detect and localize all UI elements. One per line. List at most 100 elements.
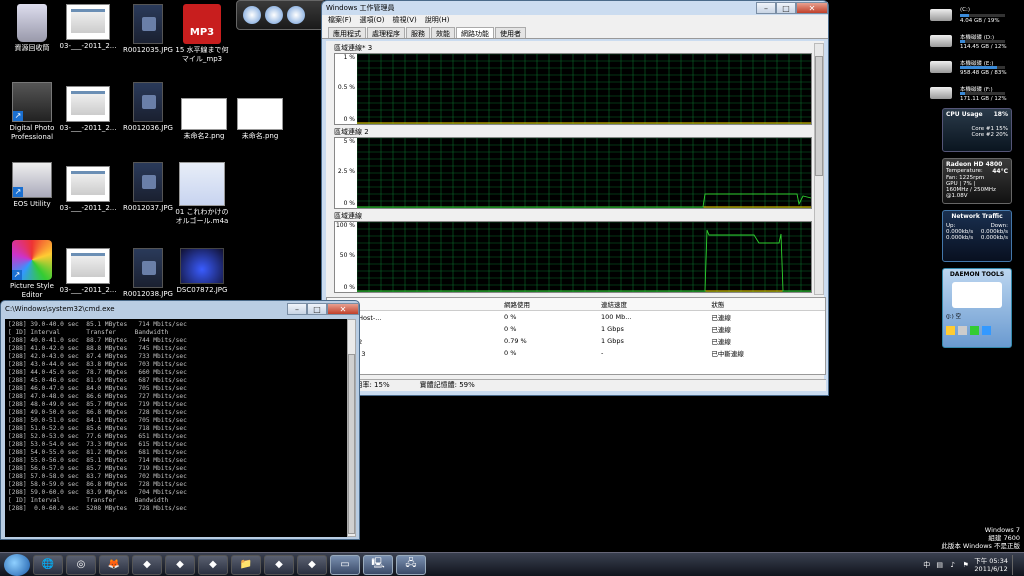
desktop-icon-label: 03-___-2011_2... — [59, 286, 117, 294]
taskbar-app-button[interactable]: ◆ — [297, 554, 327, 575]
drive-gadget[interactable]: (C:) 4.04 GB / 19% — [930, 6, 1010, 26]
desktop-icon[interactable]: 03-___-2011_2... — [58, 4, 118, 51]
desktop-icon[interactable]: EOS Utility — [2, 162, 62, 209]
drive-gadget[interactable]: 本機磁碟 (F:) 171.11 GB / 12% — [930, 84, 1010, 104]
menu-help[interactable]: 說明(H) — [425, 15, 450, 27]
table-row[interactable]: 區域連線* 30 %-已中斷連線 — [327, 347, 825, 359]
menu-options[interactable]: 選項(O) — [360, 15, 385, 27]
taskbar-app-button[interactable]: 🖧 — [396, 554, 426, 575]
show-desktop-button[interactable] — [1012, 555, 1020, 575]
minimize-button[interactable]: – — [756, 2, 776, 14]
desktop-icon[interactable]: 03-___-2011_2... — [58, 248, 118, 295]
drive-name: (C:) — [960, 7, 970, 13]
close-button[interactable]: ✕ — [796, 2, 828, 14]
taskbar-app-button[interactable]: 🖳 — [363, 554, 393, 575]
folder-icon[interactable] — [946, 326, 955, 335]
taskbar-app-button[interactable]: ▭ — [330, 554, 360, 575]
taskbar-app-button[interactable]: ◆ — [198, 554, 228, 575]
table-row[interactable]: 區域連線 20.79 %1 Gbps已連線 — [327, 335, 825, 347]
desktop-icon[interactable]: 未命名.png — [230, 98, 290, 141]
table-row[interactable]: 區域連線0 %1 Gbps已連線 — [327, 323, 825, 335]
menu-view[interactable]: 檢視(V) — [392, 15, 416, 27]
desktop-icon[interactable]: Picture Style Editor — [2, 240, 62, 300]
desktop-icon[interactable]: 未命名2.png — [174, 98, 234, 141]
gpu-gadget[interactable]: Radeon HD 4800 Temperature: 44°C Fan: 122… — [942, 158, 1012, 204]
tab-applications[interactable]: 應用程式 — [328, 27, 366, 38]
console-line: [288] 57.0-58.0 sec 83.7 MBytes 702 Mbit… — [8, 473, 187, 480]
network-icon[interactable]: ▤ — [935, 561, 944, 570]
console-output[interactable]: [288] 39.0-40.0 sec 85.1 MBytes 714 Mbit… — [5, 319, 349, 537]
column-header[interactable]: 狀態 — [708, 298, 825, 311]
taskbar-app-button[interactable]: ◎ — [66, 554, 96, 575]
system-tray: 中 ▤ ♪ ⚑ 下午 05:34 2011/6/12 — [922, 555, 1020, 575]
tab-performance[interactable]: 效能 — [431, 27, 455, 38]
daemon-tools-gadget[interactable]: DAEMON TOOLS (J:) 空 — [942, 268, 1012, 348]
desktop-icon[interactable]: MP3 15 水平線まで何マイル_mp3 — [172, 4, 232, 64]
strip-button[interactable] — [265, 6, 283, 24]
disc-icon[interactable] — [958, 326, 967, 335]
desktop-icon[interactable]: 03-___-2011_2... — [58, 166, 118, 213]
console-line: [288] 39.0-40.0 sec 85.1 MBytes 714 Mbit… — [8, 321, 187, 328]
taskbar-app-button[interactable]: 📁 — [231, 554, 261, 575]
start-button[interactable] — [4, 553, 30, 576]
graph-area: 區域連線* 3 1 % 0.5 % 0 % 區域連線 2 5 % 2.5 % 0… — [334, 43, 812, 295]
drive-usage-bar — [960, 40, 1005, 43]
graph-scrollbar[interactable] — [814, 43, 824, 295]
drive-gadget[interactable]: 本機磁碟 (E:) 958.48 GB / 83% — [930, 58, 1010, 78]
column-header[interactable]: 網路使用 — [501, 298, 598, 311]
settings-icon[interactable] — [982, 326, 991, 335]
scrollbar-thumb[interactable] — [815, 56, 823, 176]
networking-panel: 區域連線* 3 1 % 0.5 % 0 % 區域連線 2 5 % 2.5 % 0… — [326, 41, 826, 391]
console-line: [288] 52.0-53.0 sec 77.6 MBytes 651 Mbit… — [8, 433, 187, 440]
desktop-icon[interactable]: 01 これわかけのオルゴール.m4a — [172, 162, 232, 226]
scrollbar-thumb[interactable] — [348, 354, 355, 534]
console-line: [288] 49.0-50.0 sec 86.8 MBytes 728 Mbit… — [8, 409, 187, 416]
clock[interactable]: 下午 05:34 2011/6/12 — [974, 557, 1008, 573]
y-max: 5 % — [343, 138, 355, 145]
strip-button[interactable] — [287, 6, 305, 24]
drive-gadget[interactable]: 本機磁碟 (D:) 114.45 GB / 12% — [930, 32, 1010, 52]
strip-button[interactable] — [243, 6, 261, 24]
language-icon[interactable]: 中 — [922, 561, 931, 570]
taskbar-app-button[interactable]: ◆ — [165, 554, 195, 575]
desktop-icon-label: EOS Utility — [13, 200, 51, 208]
taskbar-app-button[interactable]: ◆ — [264, 554, 294, 575]
desktop-icon[interactable]: DSC07872.JPG — [172, 248, 232, 295]
drive-usage-fill — [960, 40, 966, 43]
task-manager-titlebar[interactable]: Windows 工作管理員 – □ ✕ — [322, 1, 828, 15]
minimize-button[interactable]: – — [287, 303, 307, 315]
tab-processes[interactable]: 處理程序 — [367, 27, 405, 38]
desktop-icon[interactable]: R0012035.JPG — [118, 4, 178, 55]
desktop-icon-label: 未命名.png — [241, 132, 279, 140]
console-scrollbar[interactable] — [347, 319, 356, 537]
desktop-icon[interactable]: Digital Photo Professional — [2, 82, 62, 142]
cpu-usage-gadget[interactable]: CPU Usage 18% Core #1 15% Core #2 20% — [942, 108, 1012, 152]
volume-icon[interactable]: ♪ — [948, 561, 957, 570]
watermark-line: 此版本 Windows 不是正版 — [941, 542, 1020, 550]
desktop-icon[interactable]: 03-___-2011_2... — [58, 86, 118, 133]
desktop-icon[interactable]: R0012037.JPG — [118, 162, 178, 213]
app-thumbnail-icon — [12, 82, 52, 122]
table-row[interactable]: 區域連線 Host-...0 %100 Mb...已連線 — [327, 311, 825, 324]
tab-users[interactable]: 使用者 — [495, 27, 526, 38]
menu-file[interactable]: 檔案(F) — [328, 15, 352, 27]
desktop-icon[interactable]: R0012036.JPG — [118, 82, 178, 133]
taskbar-app-button[interactable]: 🦊 — [99, 554, 129, 575]
desktop-icon[interactable]: 資源回收筒 — [2, 4, 62, 53]
maximize-button[interactable]: □ — [776, 2, 796, 14]
add-icon[interactable] — [970, 326, 979, 335]
virtual-drive-icon[interactable] — [952, 282, 1002, 308]
desktop-icon-label: 01 これわかけのオルゴール.m4a — [175, 208, 229, 225]
tab-services[interactable]: 服務 — [406, 27, 430, 38]
maximize-button[interactable]: □ — [307, 303, 327, 315]
cmd-titlebar[interactable]: C:\Windows\system32\cmd.exe – □ ✕ — [1, 301, 359, 317]
taskbar-app-button[interactable]: ◆ — [132, 554, 162, 575]
close-button[interactable]: ✕ — [327, 303, 359, 315]
flag-icon[interactable]: ⚑ — [961, 561, 970, 570]
column-header[interactable]: 連結速度 — [597, 298, 709, 311]
desktop-icon[interactable]: R0012038.JPG — [118, 248, 178, 299]
tab-networking[interactable]: 網路功能 — [456, 27, 494, 38]
desktop-icon-label: Digital Photo Professional — [9, 124, 55, 141]
taskbar-app-button[interactable]: 🌐 — [33, 554, 63, 575]
network-traffic-gadget[interactable]: Network Traffic Up: Down: 0.000kb/s 0.000k… — [942, 210, 1012, 262]
